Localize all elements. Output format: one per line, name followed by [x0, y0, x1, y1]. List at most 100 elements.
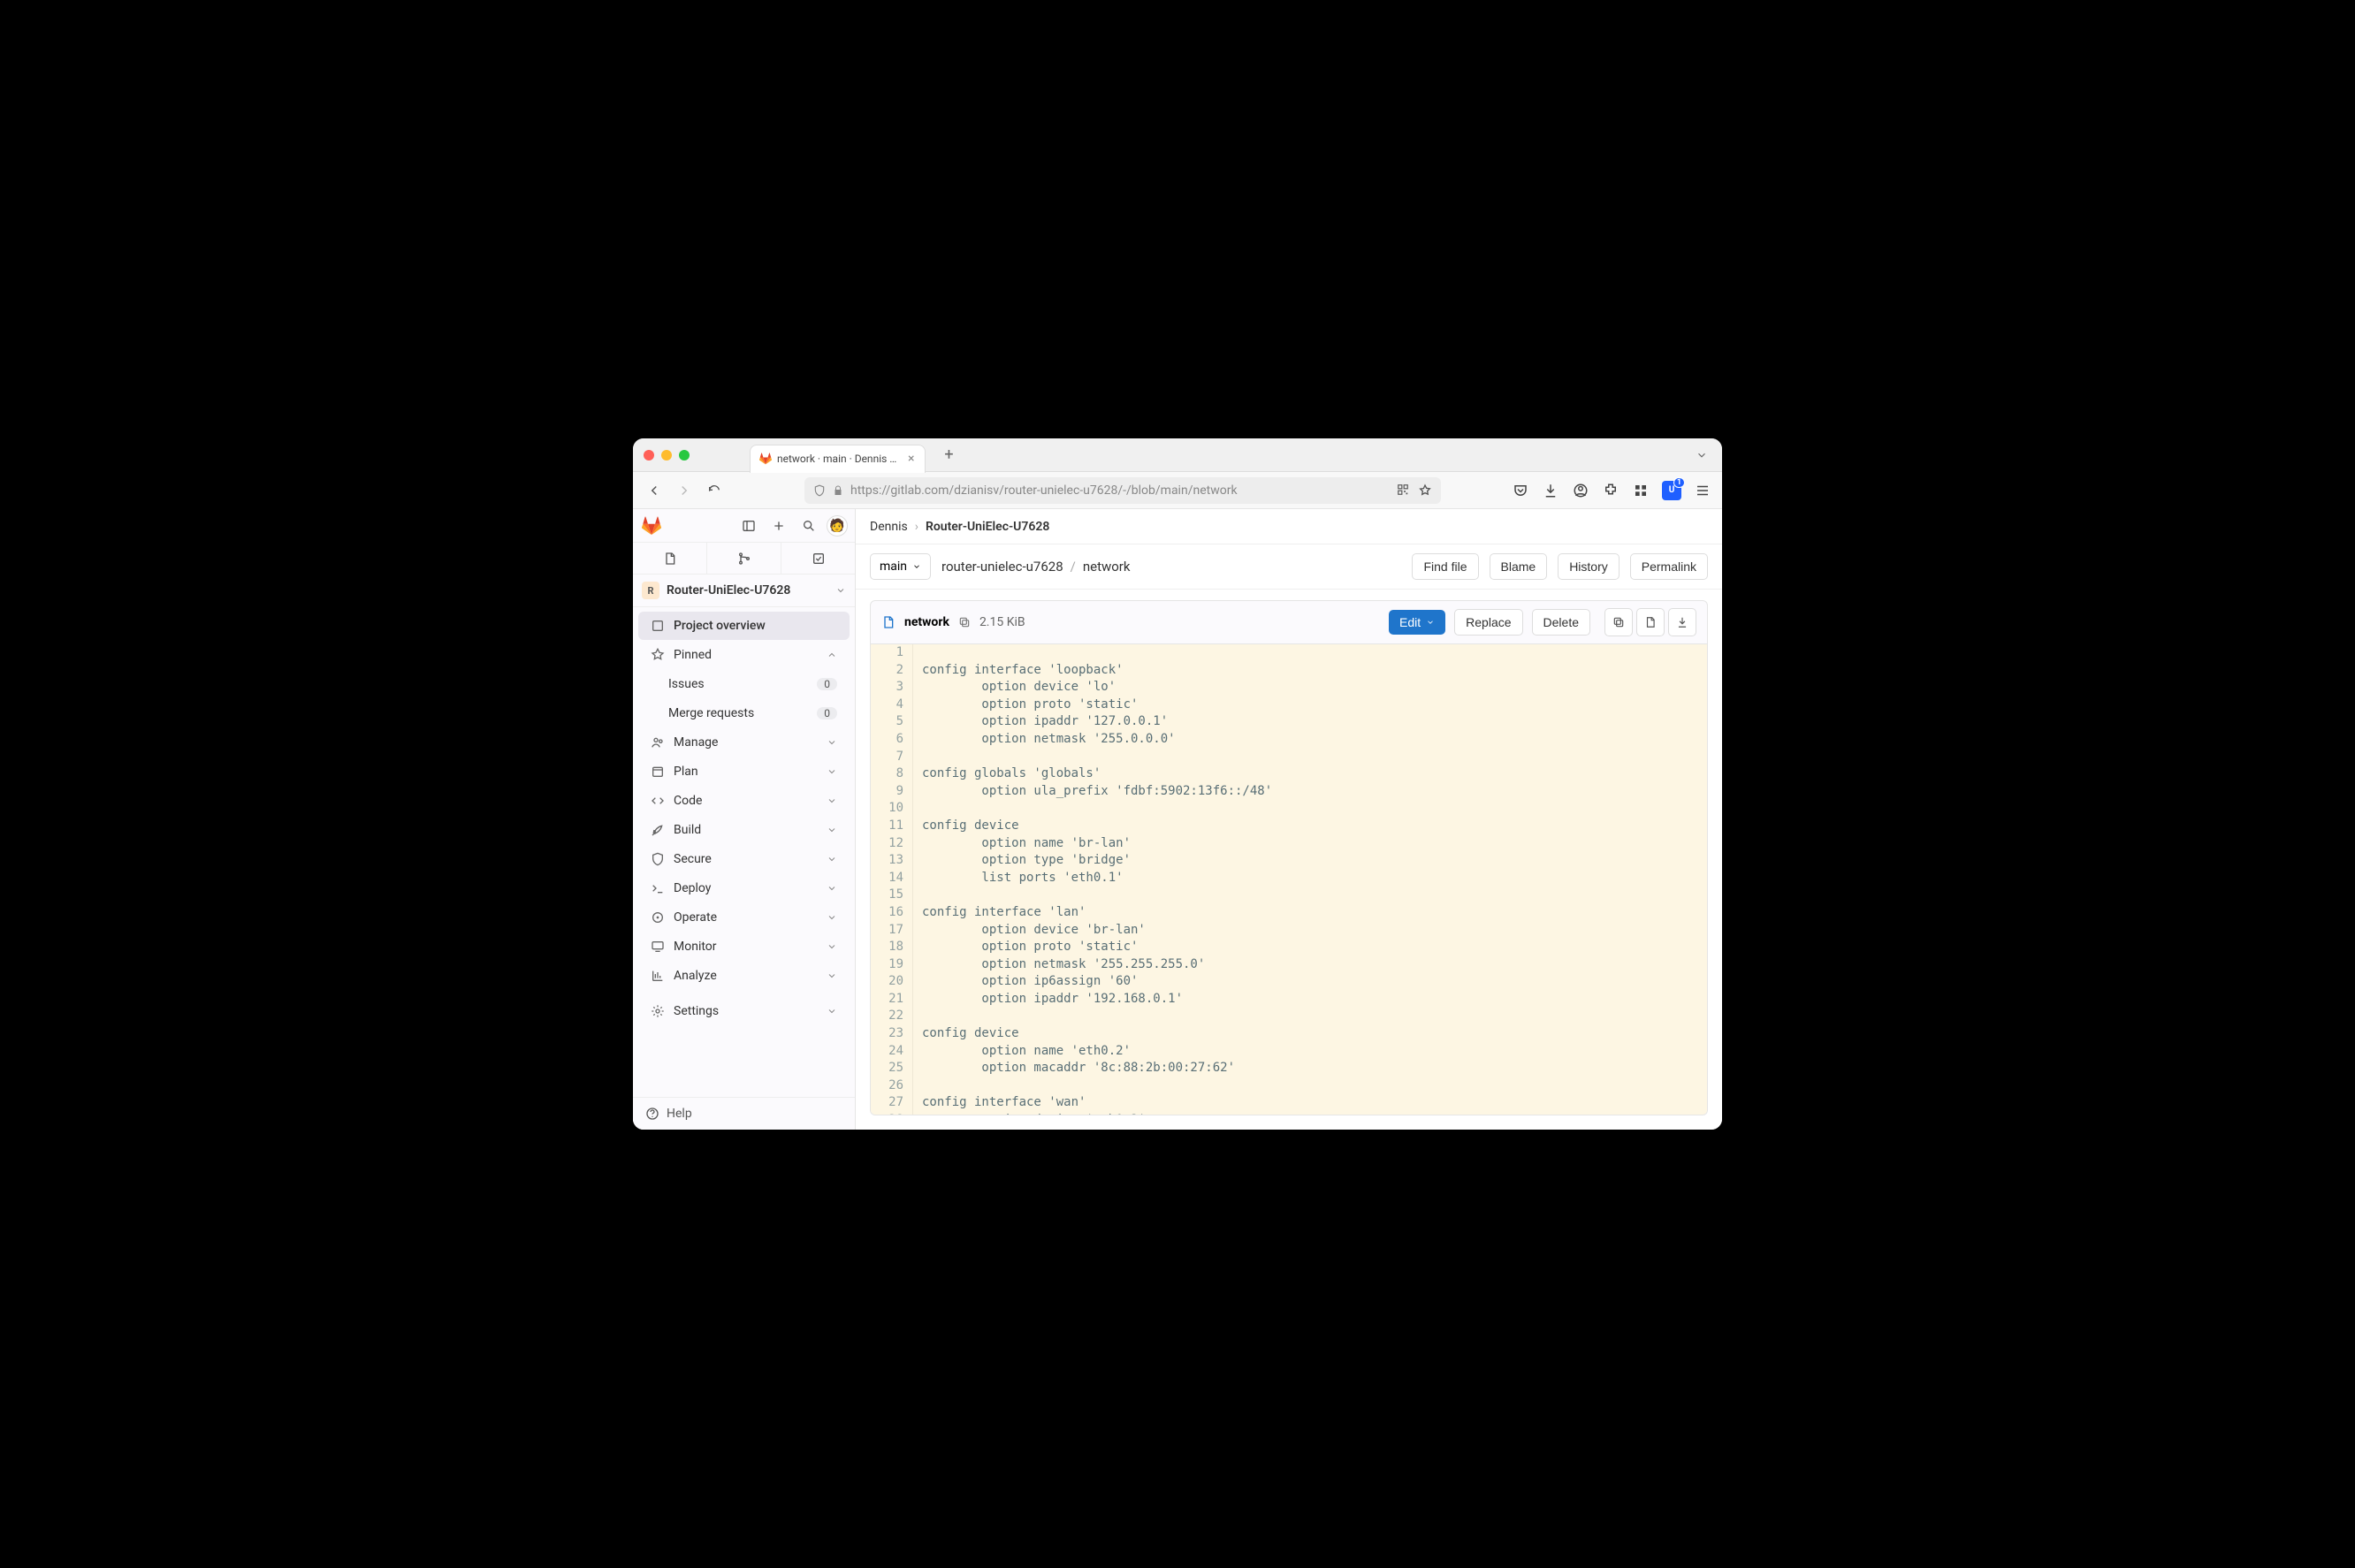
gitlab-logo-icon[interactable] — [642, 516, 661, 536]
code-line[interactable]: 1 — [871, 644, 1707, 662]
line-number[interactable]: 24 — [871, 1043, 913, 1061]
reload-button[interactable] — [704, 480, 725, 501]
line-number[interactable]: 16 — [871, 904, 913, 922]
code-line[interactable]: 12 option name 'br-lan' — [871, 835, 1707, 853]
edit-button[interactable]: Edit — [1389, 610, 1445, 635]
code-line[interactable]: 22 — [871, 1008, 1707, 1025]
project-context-row[interactable]: R Router-UniElec-U7628 — [633, 575, 855, 607]
close-window-button[interactable] — [644, 450, 654, 461]
code-line[interactable]: 27config interface 'wan' — [871, 1094, 1707, 1112]
copy-contents-icon[interactable] — [1604, 608, 1633, 636]
sidebar-collapse-icon[interactable] — [736, 514, 761, 538]
sidebar-item-plan[interactable]: Plan — [638, 757, 850, 786]
sidebar-item-manage[interactable]: Manage — [638, 728, 850, 757]
sidebar-item-code[interactable]: Code — [638, 787, 850, 815]
permalink-button[interactable]: Permalink — [1630, 553, 1708, 580]
code-line[interactable]: 3 option device 'lo' — [871, 679, 1707, 696]
line-number[interactable]: 25 — [871, 1060, 913, 1077]
account-icon[interactable] — [1572, 482, 1589, 499]
sidebar-item-overview[interactable]: Project overview — [638, 612, 850, 640]
line-number[interactable]: 15 — [871, 887, 913, 904]
code-line[interactable]: 28 option device 'eth0.2' — [871, 1112, 1707, 1115]
line-number[interactable]: 9 — [871, 783, 913, 801]
forward-button[interactable] — [674, 480, 695, 501]
sidebar-item-secure[interactable]: Secure — [638, 845, 850, 873]
sidebar-item-settings[interactable]: Settings — [638, 997, 850, 1025]
line-number[interactable]: 13 — [871, 852, 913, 870]
minimize-window-button[interactable] — [661, 450, 672, 461]
code-line[interactable]: 14 list ports 'eth0.1' — [871, 870, 1707, 887]
close-tab-icon[interactable]: × — [906, 452, 916, 466]
code-line[interactable]: 16config interface 'lan' — [871, 904, 1707, 922]
code-line[interactable]: 23config device — [871, 1025, 1707, 1043]
line-number[interactable]: 7 — [871, 749, 913, 766]
apps-grid-icon[interactable] — [1632, 482, 1650, 499]
code-line[interactable]: 18 option proto 'static' — [871, 939, 1707, 956]
code-line[interactable]: 7 — [871, 749, 1707, 766]
copy-path-icon[interactable] — [958, 616, 971, 628]
code-line[interactable]: 21 option ipaddr '192.168.0.1' — [871, 991, 1707, 1009]
line-number[interactable]: 21 — [871, 991, 913, 1009]
browser-tab[interactable]: network · main · Dennis / Router × — [750, 445, 926, 473]
code-line[interactable]: 9 option ula_prefix 'fdbf:5902:13f6::/48… — [871, 783, 1707, 801]
download-icon[interactable] — [1542, 482, 1559, 499]
search-icon[interactable] — [796, 514, 821, 538]
sidebar-item-merge-requests[interactable]: Merge requests 0 — [638, 699, 850, 727]
code-line[interactable]: 17 option device 'br-lan' — [871, 922, 1707, 940]
code-line[interactable]: 26 — [871, 1077, 1707, 1095]
line-number[interactable]: 5 — [871, 713, 913, 731]
breadcrumb-owner[interactable]: Dennis — [870, 520, 908, 534]
sidebar-item-pinned[interactable]: Pinned — [638, 641, 850, 669]
new-tab-button[interactable]: + — [936, 443, 961, 468]
bookmark-star-icon[interactable] — [1418, 483, 1432, 498]
sidebar-item-monitor[interactable]: Monitor — [638, 932, 850, 961]
line-number[interactable]: 10 — [871, 800, 913, 818]
code-line[interactable]: 24 option name 'eth0.2' — [871, 1043, 1707, 1061]
line-number[interactable]: 12 — [871, 835, 913, 853]
find-file-button[interactable]: Find file — [1412, 553, 1478, 580]
path-root[interactable]: router-unielec-u7628 — [941, 559, 1063, 575]
breadcrumb-project[interactable]: Router-UniElec-U7628 — [926, 520, 1049, 534]
line-number[interactable]: 19 — [871, 956, 913, 974]
extensions-icon[interactable] — [1602, 482, 1620, 499]
blame-button[interactable]: Blame — [1490, 553, 1548, 580]
code-line[interactable]: 6 option netmask '255.0.0.0' — [871, 731, 1707, 749]
tab-dropdown-icon[interactable] — [1692, 445, 1711, 465]
line-number[interactable]: 4 — [871, 696, 913, 714]
code-line[interactable]: 11config device — [871, 818, 1707, 835]
code-line[interactable]: 19 option netmask '255.255.255.0' — [871, 956, 1707, 974]
sidebar-help[interactable]: Help — [633, 1097, 855, 1130]
code-line[interactable]: 15 — [871, 887, 1707, 904]
qr-icon[interactable] — [1397, 483, 1409, 498]
user-avatar[interactable]: 🧑 — [827, 515, 848, 537]
code-line[interactable]: 13 option type 'bridge' — [871, 852, 1707, 870]
rail-tab-merge[interactable] — [707, 543, 781, 574]
line-number[interactable]: 26 — [871, 1077, 913, 1095]
code-viewer[interactable]: 12config interface 'loopback'3 option de… — [870, 644, 1708, 1115]
pocket-icon[interactable] — [1512, 482, 1529, 499]
line-number[interactable]: 6 — [871, 731, 913, 749]
code-line[interactable]: 4 option proto 'static' — [871, 696, 1707, 714]
menu-icon[interactable] — [1694, 482, 1711, 499]
code-line[interactable]: 2config interface 'loopback' — [871, 662, 1707, 680]
history-button[interactable]: History — [1558, 553, 1620, 580]
line-number[interactable]: 2 — [871, 662, 913, 680]
ublock-icon[interactable]: U — [1662, 481, 1681, 500]
sidebar-item-deploy[interactable]: Deploy — [638, 874, 850, 902]
sidebar-item-analyze[interactable]: Analyze — [638, 962, 850, 990]
code-line[interactable]: 5 option ipaddr '127.0.0.1' — [871, 713, 1707, 731]
line-number[interactable]: 1 — [871, 644, 913, 662]
path-file[interactable]: network — [1083, 559, 1131, 575]
delete-button[interactable]: Delete — [1532, 609, 1590, 636]
code-line[interactable]: 8config globals 'globals' — [871, 765, 1707, 783]
plus-icon[interactable] — [766, 514, 791, 538]
line-number[interactable]: 18 — [871, 939, 913, 956]
line-number[interactable]: 8 — [871, 765, 913, 783]
download-file-icon[interactable] — [1668, 608, 1696, 636]
code-line[interactable]: 20 option ip6assign '60' — [871, 973, 1707, 991]
line-number[interactable]: 28 — [871, 1112, 913, 1115]
sidebar-item-build[interactable]: Build — [638, 816, 850, 844]
line-number[interactable]: 14 — [871, 870, 913, 887]
sidebar-item-issues[interactable]: Issues 0 — [638, 670, 850, 698]
code-line[interactable]: 25 option macaddr '8c:88:2b:00:27:62' — [871, 1060, 1707, 1077]
